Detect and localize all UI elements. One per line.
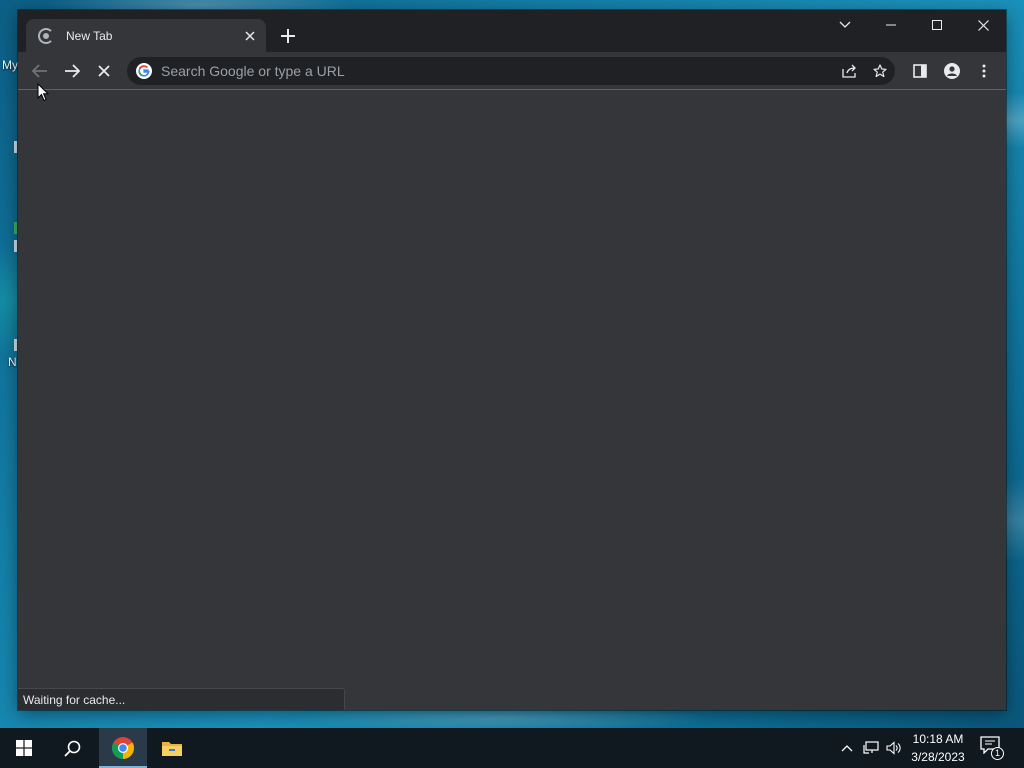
back-button[interactable] bbox=[25, 56, 55, 86]
search-icon bbox=[63, 740, 80, 757]
chevron-down-icon bbox=[839, 21, 851, 28]
clock-time: 10:18 AM bbox=[912, 732, 964, 746]
windows-start-icon bbox=[16, 740, 32, 756]
tray-overflow-button[interactable] bbox=[837, 738, 857, 758]
desktop-icon-fragment[interactable] bbox=[14, 339, 17, 351]
profile-button[interactable] bbox=[937, 56, 967, 86]
network-icon bbox=[863, 741, 879, 754]
tab-title: New Tab bbox=[66, 28, 113, 43]
close-window-button[interactable] bbox=[960, 10, 1006, 40]
close-icon[interactable] bbox=[240, 26, 260, 46]
side-panel-icon bbox=[913, 64, 927, 78]
bookmark-button[interactable] bbox=[865, 57, 895, 85]
side-panel-button[interactable] bbox=[905, 56, 935, 86]
tab-search-button[interactable] bbox=[822, 10, 868, 40]
mouse-cursor-icon bbox=[37, 83, 49, 102]
new-tab-button[interactable] bbox=[276, 24, 300, 48]
volume-button[interactable] bbox=[884, 738, 904, 758]
address-bar[interactable]: Search Google or type a URL bbox=[127, 57, 895, 85]
chrome-icon bbox=[112, 737, 134, 759]
share-icon bbox=[842, 64, 856, 78]
profile-icon bbox=[944, 63, 960, 79]
close-icon bbox=[977, 19, 989, 31]
taskbar-app-chrome[interactable] bbox=[99, 728, 147, 768]
status-bubble: Waiting for cache... bbox=[18, 688, 345, 710]
title-bar[interactable]: New Tab bbox=[18, 10, 1006, 52]
desktop-icon-label[interactable]: My bbox=[2, 58, 18, 72]
notification-center-button[interactable]: 1 bbox=[980, 736, 1006, 760]
stop-loading-icon bbox=[98, 65, 110, 77]
clock-date: 3/28/2023 bbox=[911, 750, 965, 764]
page-content bbox=[18, 91, 1006, 710]
clock[interactable]: 10:18 AM 3/28/2023 bbox=[906, 730, 970, 766]
google-g-icon bbox=[136, 63, 152, 79]
arrow-right-icon bbox=[65, 64, 80, 78]
browser-toolbar: Search Google or type a URL bbox=[18, 52, 1006, 90]
taskbar-app-file-explorer[interactable] bbox=[148, 728, 196, 768]
chevron-up-icon bbox=[841, 745, 853, 752]
search-button[interactable] bbox=[48, 728, 96, 768]
kebab-menu-icon bbox=[982, 64, 986, 78]
minimize-icon bbox=[886, 24, 896, 26]
taskbar: 10:18 AM 3/28/2023 1 bbox=[0, 728, 1024, 768]
maximize-icon bbox=[932, 20, 942, 30]
tab-new-tab[interactable]: New Tab bbox=[26, 19, 266, 52]
address-bar-placeholder: Search Google or type a URL bbox=[161, 63, 345, 79]
forward-button[interactable] bbox=[57, 56, 87, 86]
minimize-button[interactable] bbox=[868, 10, 914, 40]
notification-count-badge: 1 bbox=[991, 747, 1004, 760]
maximize-button[interactable] bbox=[914, 10, 960, 40]
chrome-newtab-icon bbox=[38, 27, 54, 44]
start-button[interactable] bbox=[0, 728, 48, 768]
plus-icon bbox=[281, 29, 295, 43]
chrome-menu-button[interactable] bbox=[969, 56, 999, 86]
desktop-icon-fragment[interactable] bbox=[14, 222, 17, 234]
desktop-icon-fragment[interactable] bbox=[14, 240, 17, 252]
network-button[interactable] bbox=[861, 738, 881, 758]
desktop-icon-label[interactable]: N bbox=[8, 355, 17, 369]
share-button[interactable] bbox=[835, 57, 865, 85]
browser-window: New Tab Search Google or type a URL Wait… bbox=[18, 10, 1006, 710]
folder-icon bbox=[162, 742, 182, 756]
desktop-icon-fragment[interactable] bbox=[14, 141, 17, 153]
speaker-icon bbox=[886, 741, 901, 755]
arrow-left-icon bbox=[32, 64, 47, 78]
stop-loading-button[interactable] bbox=[89, 56, 119, 86]
star-icon bbox=[873, 64, 887, 78]
